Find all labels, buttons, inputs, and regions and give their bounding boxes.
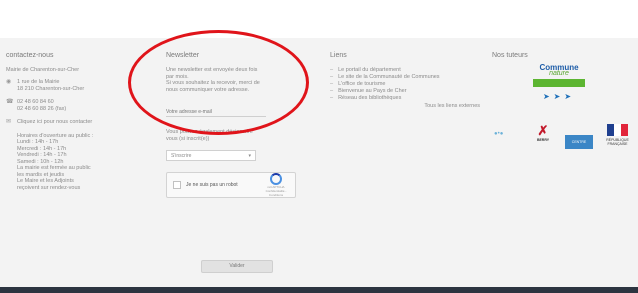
logo-band	[533, 79, 585, 87]
address-row: ◉ 1 rue de la Mairie 18 210 Charenton-su…	[6, 79, 126, 92]
newsletter-title: Newsletter	[166, 52, 200, 59]
partner-logo-republique[interactable]: RÉPUBLIQUE FRANÇAISE	[599, 124, 636, 158]
newsletter-description: Une newsletter est envoyée deux fois par…	[166, 67, 276, 93]
logo-text: nature	[549, 70, 569, 77]
newsletter-choice-text: Vous pouvez également désinscrire vous (…	[166, 129, 276, 142]
partner-logo-text: RÉPUBLIQUE FRANÇAISE	[606, 138, 629, 146]
newsletter-column: Newsletter Une newsletter est envoyée de…	[166, 52, 296, 198]
links-column: Liens – Le portail du département – Le sit…	[330, 52, 480, 109]
newsletter-desc-line: nous communiquer votre adresse.	[166, 86, 250, 93]
recaptcha-logo: reCAPTCHA Confidentialité - Conditions	[263, 173, 289, 197]
dash-icon: –	[330, 88, 334, 94]
contact-link[interactable]: Cliquez ici pour nous contacter	[17, 119, 92, 126]
birds-icon: ➤➤➤	[542, 92, 576, 101]
contacts-column: contactez-nous Mairie de Charenton-sur-C…	[6, 52, 126, 198]
phone-icon: ☎	[6, 99, 14, 105]
subscribe-select-value: S'inscrire	[171, 152, 192, 159]
recaptcha-icon	[270, 173, 282, 185]
newsletter-desc-line: Si vous souhaitez la recevoir, merci de	[166, 80, 260, 86]
recaptcha-label: Je ne suis pas un robot	[186, 182, 238, 188]
contacts-subtitle: Mairie de Charenton-sur-Cher	[6, 67, 80, 73]
partner-logo-berry[interactable]: ✗ BERRY	[532, 124, 554, 158]
partner-logo-centre[interactable]: CENTRE	[565, 135, 593, 149]
links-title: Liens	[330, 52, 347, 59]
link-item[interactable]: – Le site de la Communauté de Communes	[330, 74, 480, 81]
dash-icon: –	[330, 95, 334, 101]
all-links-link[interactable]: Tous les liens externes	[330, 103, 480, 109]
link-item[interactable]: – Le portail du département	[330, 67, 480, 74]
link-label[interactable]: Bienvenue au Pays de Cher	[338, 88, 407, 95]
email-row[interactable]: ✉ Cliquez ici pour nous contacter	[6, 119, 126, 126]
chevron-down-icon: ▾	[248, 152, 251, 159]
link-item[interactable]: – L'office de tourisme	[330, 81, 480, 88]
berry-mark-icon: ✗	[537, 123, 549, 138]
link-item[interactable]: – Bienvenue au Pays de Cher	[330, 88, 480, 95]
link-label[interactable]: Réseau des bibliothèques	[338, 95, 401, 102]
contacts-title: contactez-nous	[6, 52, 54, 59]
dash-icon: –	[330, 67, 334, 73]
dash-icon: –	[330, 74, 334, 80]
partner-logo-1[interactable]: ●•●	[494, 131, 522, 151]
partners-title: Nos tuteurs	[492, 52, 528, 59]
newsletter-email-input[interactable]	[166, 107, 266, 117]
clock-icon	[6, 133, 12, 192]
subscribe-select[interactable]: S'inscrire ▾	[166, 150, 256, 161]
fax-number: 02 48 60 88 26 (fax)	[17, 105, 67, 112]
recaptcha-checkbox[interactable]	[173, 181, 181, 189]
dash-icon: –	[330, 81, 334, 87]
phone-row: ☎ 02 48 60 84 60 02 48 60 88 26 (fax)	[6, 99, 126, 112]
recaptcha-widget: Je ne suis pas un robot reCAPTCHA Confid…	[166, 172, 296, 198]
link-label[interactable]: Le portail du département	[338, 67, 401, 74]
address-line: 18 210 Charenton-sur-Cher	[17, 85, 85, 92]
link-label[interactable]: Le site de la Communauté de Communes	[338, 74, 440, 81]
newsletter-submit-button[interactable]: Valider	[201, 260, 273, 273]
partner-logo-text: BERRY	[536, 138, 550, 142]
hours-line: La mairie est fermée au public	[17, 165, 91, 171]
location-pin-icon: ◉	[6, 79, 12, 85]
french-flag-icon	[606, 124, 629, 136]
recaptcha-terms[interactable]: Confidentialité - Conditions	[263, 189, 289, 197]
link-item[interactable]: – Réseau des bibliothèques	[330, 95, 480, 102]
dots-icon: ●•●	[494, 131, 504, 137]
envelope-icon: ✉	[6, 119, 12, 125]
footer-bar	[0, 287, 638, 293]
link-label[interactable]: L'office de tourisme	[338, 81, 385, 88]
hours-line: reçoivent sur rendez-vous	[17, 184, 81, 191]
choice-line: vous (si inscrit(e))	[166, 135, 210, 142]
commune-nature-logo[interactable]: Commune nature ➤➤➤	[527, 64, 591, 108]
hours-row: Horaires d'ouverture au public : Lundi :…	[6, 133, 126, 192]
